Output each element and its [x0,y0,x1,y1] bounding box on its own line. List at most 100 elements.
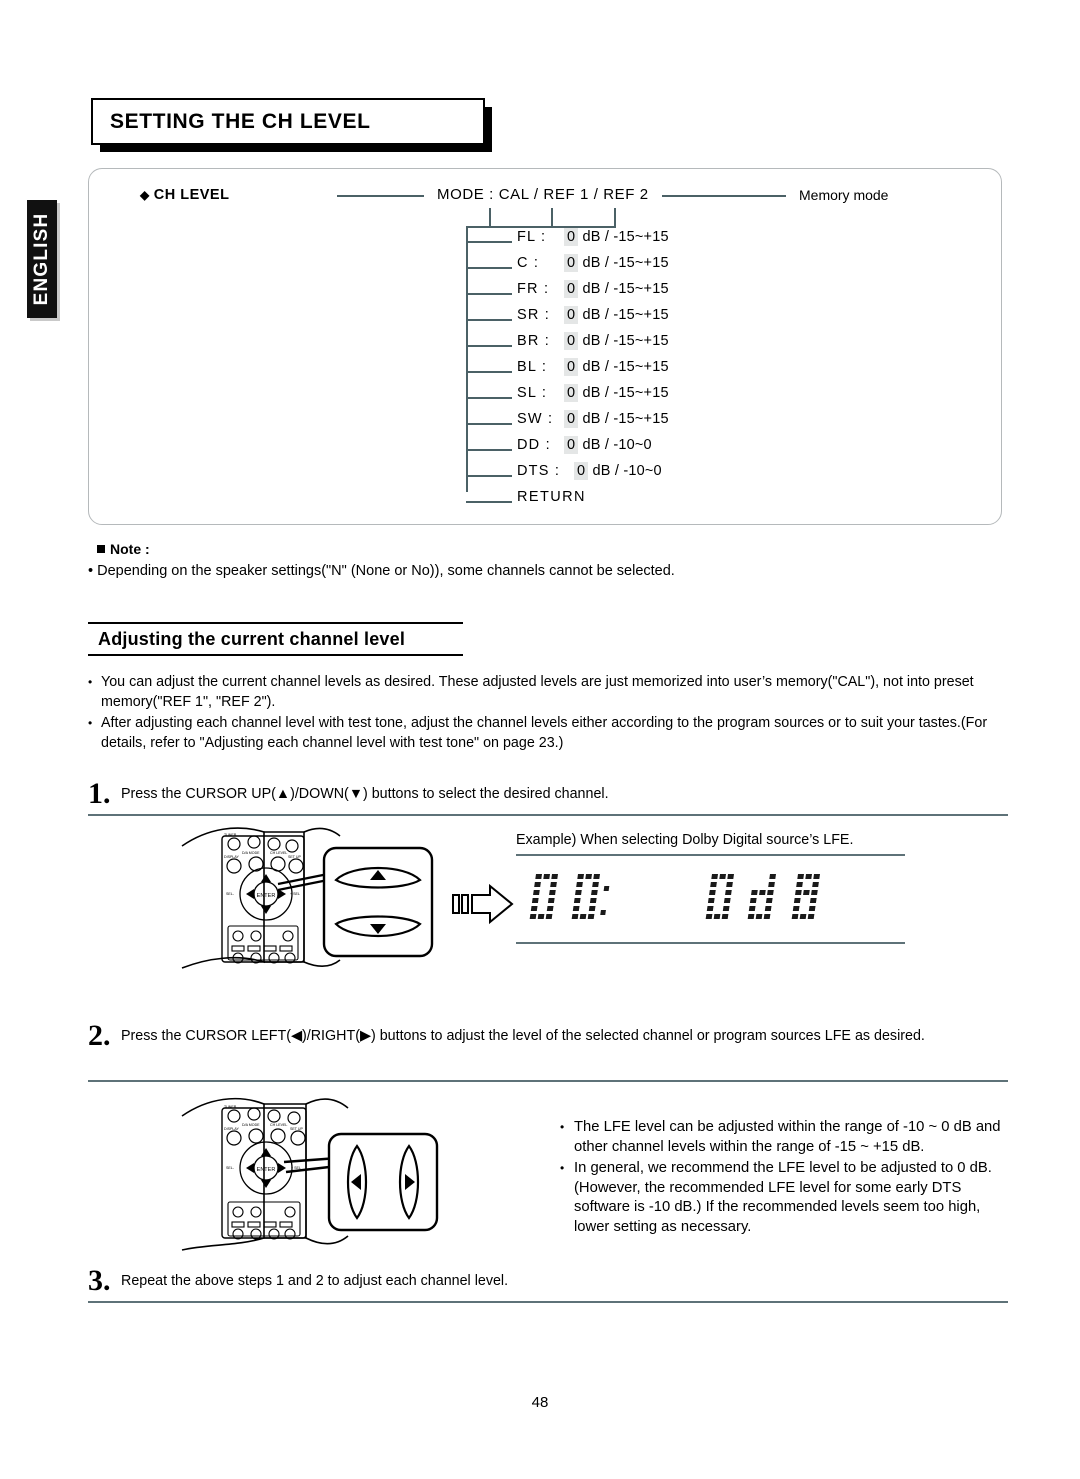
channel-name: BL : [517,359,548,375]
svg-text:ENTER: ENTER [257,1167,276,1173]
bullet-dot-icon: • [88,563,94,579]
channel-row-sl[interactable]: SL : 0 dB / -15~+15 [89,384,1001,411]
diagram-root-text: CH LEVEL [153,187,230,203]
connector-leader [466,423,512,425]
svg-text:+ SEL: + SEL [290,892,300,896]
step-divider [88,1080,1008,1082]
callout-updown-buttons [322,846,434,963]
step-1: 1 Press the CURSOR UP(▲)/DOWN(▼) buttons… [88,777,1008,816]
svg-text:SET UP: SET UP [290,1127,304,1131]
channel-name: C : [517,255,540,271]
connector-leader [466,267,512,269]
channel-row-return[interactable]: RETURN [89,489,1001,515]
channel-value: 0 [564,410,579,428]
channel-range: dB / -15~+15 [582,411,669,427]
channel-value: 0 [564,228,579,246]
channel-value: 0 [574,462,589,480]
channel-range: dB / -15~+15 [582,281,669,297]
svg-text:ENTER: ENTER [257,893,276,899]
svg-text:D/A MODE: D/A MODE [242,1123,260,1127]
channel-row-sr[interactable]: SR : 0 dB / -15~+15 [89,306,1001,333]
page-number: 48 [531,1394,549,1411]
svg-text:DISPLAY: DISPLAY [224,855,240,859]
channel-value: 0 [564,358,579,376]
channel-value-group: 0 dB / -15~+15 [564,306,669,324]
channel-row-fr[interactable]: FR : 0 dB / -15~+15 [89,280,1001,307]
channel-name: BR : [517,333,550,349]
channel-value-group: 0 dB / -10~0 [564,436,652,454]
step-text: Repeat the above steps 1 and 2 to adjust… [121,1273,509,1289]
channel-name: SR : [517,307,550,323]
channel-value-group: 0 dB / -15~+15 [564,332,669,350]
language-tab: ENGLISH [27,200,57,318]
leftright-buttons-svg [327,1132,439,1232]
flow-arrow [452,883,514,931]
channel-range: dB / -10~0 [592,463,662,479]
svg-text:CH LEVEL: CH LEVEL [270,851,287,855]
page-title-banner: SETTING THE CH LEVEL [91,98,492,152]
step-number: 3 [88,1264,111,1298]
step-text: Press the CURSOR UP(▲)/DOWN(▼) buttons t… [121,786,609,802]
channel-range: dB / -15~+15 [582,385,669,401]
channel-value-group: 0 dB / -10~0 [574,462,662,480]
lcd-dot-matrix [529,874,820,919]
return-label: RETURN [517,489,586,505]
note-text-row: • Depending on the speaker settings("N" … [88,563,675,579]
channel-value-group: 0 dB / -15~+15 [564,254,669,272]
diagram-mode-text: MODE : CAL / REF 1 / REF 2 [437,186,649,203]
note-text: Depending on the speaker settings("N" (N… [97,563,675,579]
step2-bullet: The LFE level can be adjusted within the… [560,1118,1005,1157]
connector-leader [466,501,512,503]
step-text: Press the CURSOR LEFT(◀)/RIGHT(▶) button… [121,1028,925,1044]
svg-text:SEL-: SEL- [226,1166,235,1170]
svg-text:TUNER: TUNER [224,833,237,837]
intro-bullet-list: You can adjust the current channel level… [88,672,1008,754]
example-display-block: Example) When selecting Dolby Digital so… [516,832,905,944]
connector-trunk-join [466,226,552,228]
channel-row-c[interactable]: C : 0 dB / -15~+15 [89,254,1001,281]
lcd-display-frame [516,854,905,944]
note-heading: Note : [97,541,150,557]
channel-range: dB / -15~+15 [582,359,669,375]
channel-name: FR : [517,281,550,297]
channel-range: dB / -15~+15 [582,229,669,245]
channel-row-br[interactable]: BR : 0 dB / -15~+15 [89,332,1001,359]
channel-row-sw[interactable]: SW : 0 dB / -15~+15 [89,410,1001,437]
channel-value-group: 0 dB / -15~+15 [564,228,669,246]
svg-text:SEL-: SEL- [226,892,235,896]
channel-row-dd[interactable]: DD : 0 dB / -10~0 [89,436,1001,463]
callout-leftright-buttons [327,1132,439,1237]
svg-text:CH LEVEL: CH LEVEL [270,1123,287,1127]
diagram-memory-label: Memory mode [799,187,889,203]
svg-text:D/A MODE: D/A MODE [242,851,260,855]
step-divider [88,814,1008,816]
page-title: SETTING THE CH LEVEL [110,109,371,133]
connector-stub-ref2 [614,208,616,228]
channel-value-group: 0 dB / -15~+15 [564,384,669,402]
channel-name: DTS : [517,463,561,479]
channel-value-group: 0 dB / -15~+15 [564,358,669,376]
channel-row-dts[interactable]: DTS : 0 dB / -10~0 [89,462,1001,489]
channel-name: SL : [517,385,548,401]
step-2: 2 Press the CURSOR LEFT(◀)/RIGHT(▶) butt… [88,1019,1008,1082]
channel-value-group: 0 dB / -15~+15 [564,280,669,298]
connector-leader [466,293,512,295]
channel-row-bl[interactable]: BL : 0 dB / -15~+15 [89,358,1001,385]
step-number: 1 [88,777,111,811]
diamond-icon: ◆ [140,188,150,202]
channel-value: 0 [564,436,579,454]
connector-mode-to-memory [662,195,786,197]
step-number: 2 [88,1019,111,1053]
channel-value-group: 0 dB / -15~+15 [564,410,669,428]
connector-stub-cal [489,208,491,228]
step2-bullet: In general, we recommend the LFE level t… [560,1159,1005,1237]
step-divider [88,1301,1008,1303]
connector-root-to-mode [337,195,424,197]
connector-leader [466,397,512,399]
channel-range: dB / -10~0 [582,437,652,453]
channel-row-fl[interactable]: FL : 0 dB / -15~+15 [89,228,1001,255]
connector-leader [466,345,512,347]
channel-value: 0 [564,280,579,298]
connector-leader [466,241,512,243]
channel-range: dB / -15~+15 [582,255,669,271]
